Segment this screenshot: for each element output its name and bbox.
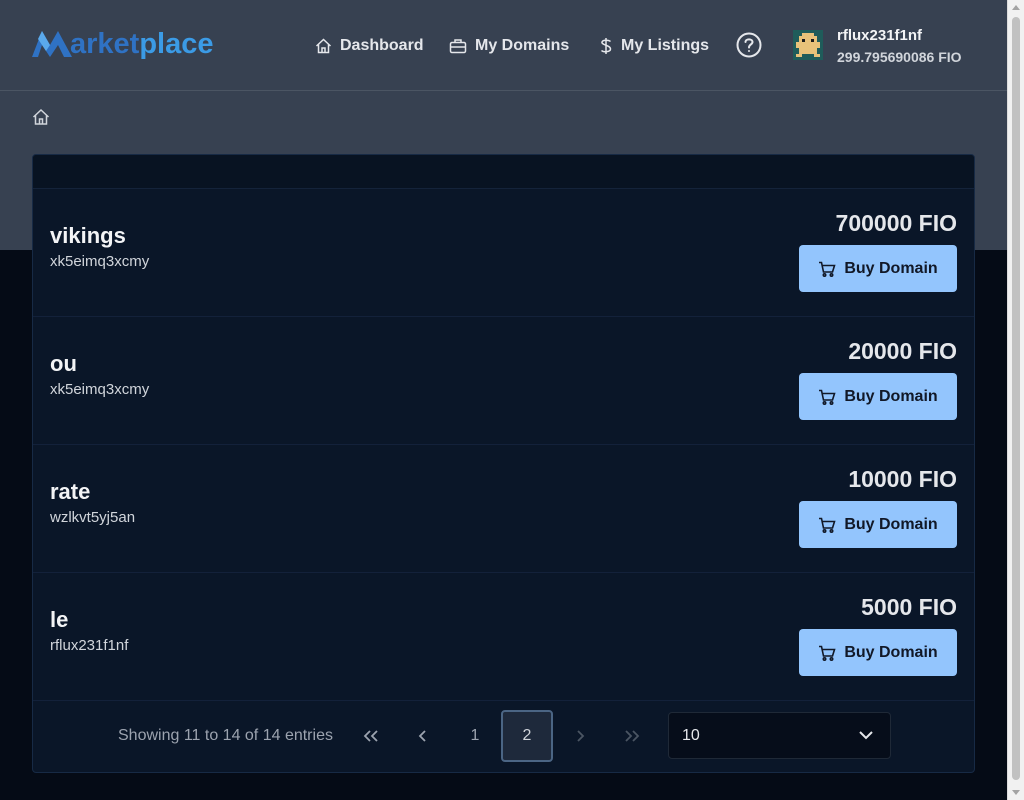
page: arketplace Dashboard My Domains My Listi…: [0, 0, 1007, 800]
page-2-button[interactable]: 2: [501, 710, 553, 762]
cart-icon: [819, 645, 836, 661]
listing-owner: xk5eimq3xcmy: [50, 253, 150, 270]
listing-domain-name: ou: [50, 351, 77, 376]
top-navbar: arketplace Dashboard My Domains My Listi…: [0, 0, 1007, 91]
listing-domain-name: le: [50, 607, 69, 632]
listing-price: 20000 FIO: [848, 338, 957, 364]
nav-my-domains[interactable]: My Domains: [449, 30, 569, 62]
listings-panel: vikings xk5eimq3xcmy 700000 FIO Buy Doma…: [32, 154, 975, 773]
buy-domain-label: Buy Domain: [844, 259, 938, 277]
cart-icon: [819, 517, 836, 533]
listing-owner: wzlkvt5yj5an: [50, 509, 136, 526]
scroll-up-arrow-icon[interactable]: [1012, 4, 1020, 10]
scrollbar-thumb[interactable]: [1012, 17, 1020, 780]
home-icon: [315, 38, 332, 54]
logo-m-icon: [32, 31, 72, 57]
dollar-icon: [600, 38, 612, 54]
listing-row: rate wzlkvt5yj5an 10000 FIO Buy Domain: [33, 445, 974, 573]
chevron-down-icon: [859, 731, 873, 740]
cart-icon: [819, 261, 836, 277]
double-chevron-right-icon: [625, 730, 640, 742]
next-page-button[interactable]: [554, 710, 606, 762]
buy-domain-button[interactable]: Buy Domain: [799, 373, 957, 420]
buy-domain-label: Buy Domain: [844, 387, 938, 405]
panel-header: [33, 155, 974, 189]
help-icon[interactable]: [736, 32, 762, 58]
page-size-value: 10: [682, 727, 700, 744]
prev-page-button[interactable]: [397, 710, 449, 762]
vertical-scrollbar[interactable]: [1007, 0, 1024, 800]
listing-domain-name: vikings: [50, 223, 126, 248]
buy-domain-label: Buy Domain: [844, 643, 938, 661]
buy-domain-button[interactable]: Buy Domain: [799, 245, 957, 292]
listing-owner: rflux231f1nf: [50, 637, 129, 654]
listing-row: vikings xk5eimq3xcmy 700000 FIO Buy Doma…: [33, 189, 974, 317]
buy-domain-label: Buy Domain: [844, 515, 938, 533]
listing-price: 5000 FIO: [861, 594, 957, 620]
breadcrumb-home-icon[interactable]: [32, 108, 50, 126]
listing-row: ou xk5eimq3xcmy 20000 FIO Buy Domain: [33, 317, 974, 445]
listing-row: le rflux231f1nf 5000 FIO Buy Domain: [33, 573, 974, 701]
user-balance: 299.795690086 FIO: [837, 49, 962, 65]
pagination-info: Showing 11 to 14 of 14 entries: [118, 727, 333, 744]
buy-domain-button[interactable]: Buy Domain: [799, 629, 957, 676]
pagination: Showing 11 to 14 of 14 entries 1 2 10: [33, 701, 974, 772]
double-chevron-left-icon: [363, 730, 378, 742]
avatar[interactable]: [793, 30, 823, 60]
nav-dashboard-label: Dashboard: [340, 37, 424, 54]
first-page-button[interactable]: [345, 710, 397, 762]
page-size-select[interactable]: 10: [668, 712, 891, 759]
scroll-down-arrow-icon[interactable]: [1012, 790, 1020, 796]
nav-dashboard[interactable]: Dashboard: [315, 30, 424, 62]
user-name: rflux231f1nf: [837, 27, 923, 44]
last-page-button[interactable]: [606, 710, 658, 762]
listing-owner: xk5eimq3xcmy: [50, 381, 150, 398]
marketplace-logo[interactable]: arketplace: [32, 28, 214, 60]
cart-icon: [819, 389, 836, 405]
listing-price: 10000 FIO: [848, 466, 957, 492]
nav-my-domains-label: My Domains: [475, 37, 570, 54]
nav-my-listings[interactable]: My Listings: [599, 30, 709, 62]
chevron-left-icon: [418, 730, 426, 742]
briefcase-icon: [449, 39, 467, 54]
logo-text: arketplace: [70, 27, 214, 60]
listing-domain-name: rate: [50, 479, 91, 504]
page-1-button[interactable]: 1: [449, 710, 501, 762]
chevron-right-icon: [577, 730, 585, 742]
buy-domain-button[interactable]: Buy Domain: [799, 501, 957, 548]
nav-my-listings-label: My Listings: [621, 37, 710, 54]
listing-price: 700000 FIO: [835, 210, 957, 236]
